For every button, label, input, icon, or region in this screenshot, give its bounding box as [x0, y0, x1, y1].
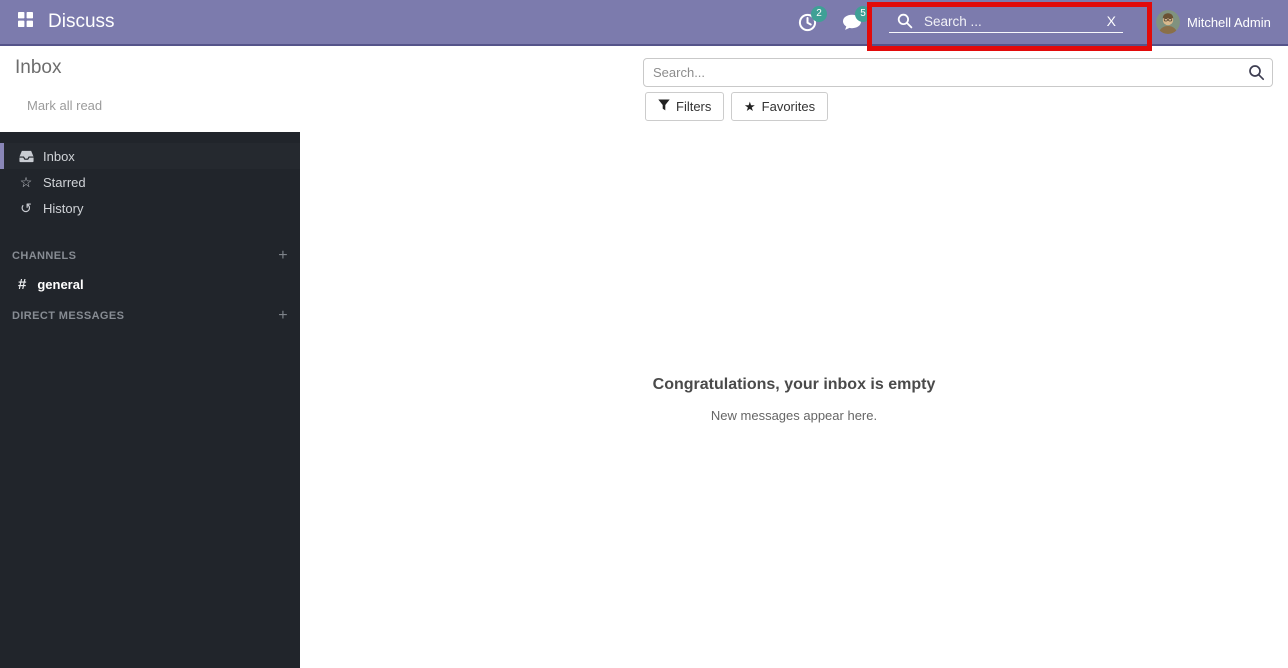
thread-pane: Congratulations, your inbox is empty New… [300, 132, 1288, 668]
filters-button[interactable]: Filters [645, 92, 724, 121]
user-name: Mitchell Admin [1187, 15, 1271, 30]
filter-funnel-icon [658, 99, 670, 114]
user-avatar [1156, 10, 1180, 34]
empty-state-title: Congratulations, your inbox is empty [300, 376, 1288, 394]
channel-name: general [37, 277, 83, 292]
search-icon [897, 13, 913, 34]
sidebar-item-channel-general[interactable]: # general [0, 271, 300, 297]
sidebar-item-starred[interactable]: ☆ Starred [0, 169, 300, 195]
sidebar-item-label: Inbox [43, 149, 75, 164]
inbox-icon [18, 150, 34, 163]
history-icon: ↺ [18, 201, 34, 215]
searchview-input[interactable] [644, 59, 1272, 86]
activity-count-badge: 2 [811, 6, 827, 22]
clear-search-button[interactable]: X [1107, 0, 1116, 44]
top-navbar: Discuss 2 5 X [0, 0, 1288, 46]
control-panel: Inbox Mark all read Filters ★ Favorites [0, 46, 1288, 132]
star-icon: ★ [744, 100, 756, 113]
searchview-magnifier-icon[interactable] [1248, 64, 1265, 84]
apps-menu-button[interactable] [8, 0, 42, 44]
channels-header-label: CHANNELS [12, 250, 76, 262]
empty-state-subtitle: New messages appear here. [300, 408, 1288, 423]
mailbox-group: Inbox ☆ Starred ↺ History [0, 143, 300, 221]
breadcrumb: Inbox [15, 57, 61, 79]
star-outline-icon: ☆ [18, 175, 34, 189]
sidebar-item-inbox[interactable]: Inbox [0, 143, 300, 169]
navbar-search-input[interactable] [924, 8, 1084, 34]
messages-count-badge: 5 [855, 6, 871, 22]
sidebar-item-label: History [43, 201, 83, 216]
filters-label: Filters [676, 99, 711, 114]
add-channel-button[interactable]: + [278, 247, 288, 265]
mark-all-read-button[interactable]: Mark all read [27, 98, 102, 113]
apps-grid-icon [18, 12, 33, 32]
activity-systray-button[interactable]: 2 [794, 0, 830, 44]
channels-header: CHANNELS + [0, 247, 300, 265]
direct-messages-header: DIRECT MESSAGES + [0, 307, 300, 325]
hash-icon: # [18, 276, 26, 293]
discuss-app-window: Discuss 2 5 X [0, 0, 1288, 668]
searchview [643, 58, 1273, 87]
navbar-search: X [880, 0, 1138, 44]
add-direct-message-button[interactable]: + [278, 307, 288, 325]
search-underline [889, 32, 1123, 33]
discuss-sidebar: Inbox ☆ Starred ↺ History CHANNELS + # g… [0, 132, 300, 668]
messages-systray-button[interactable]: 5 [838, 0, 874, 44]
app-title: Discuss [48, 0, 115, 44]
direct-messages-header-label: DIRECT MESSAGES [12, 310, 124, 322]
favorites-button[interactable]: ★ Favorites [731, 92, 828, 121]
favorites-label: Favorites [762, 99, 815, 114]
sidebar-item-history[interactable]: ↺ History [0, 195, 300, 221]
sidebar-item-label: Starred [43, 175, 86, 190]
user-menu[interactable]: Mitchell Admin [1156, 0, 1271, 44]
